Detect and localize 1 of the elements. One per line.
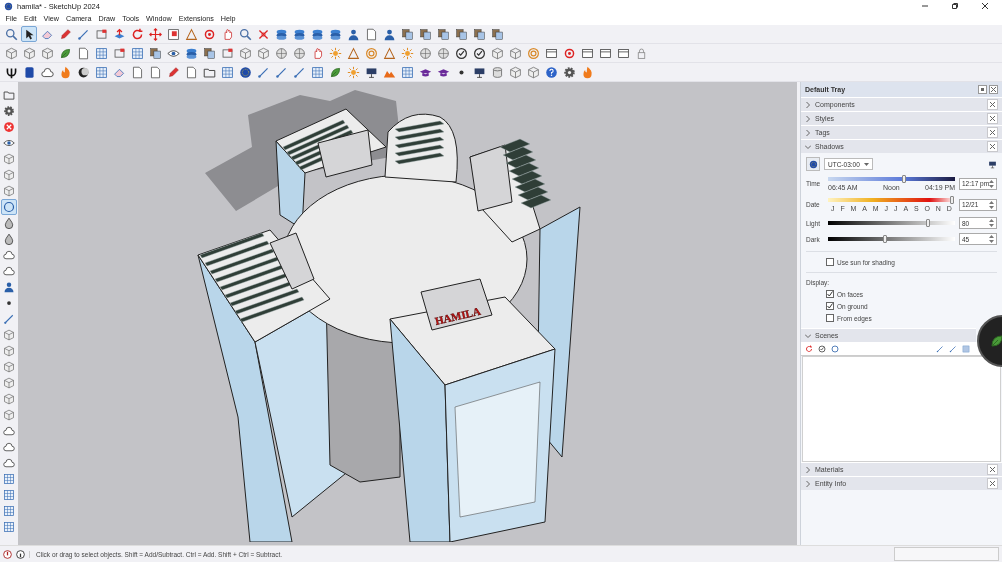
model-sign-text: HAMILA: [433, 304, 482, 327]
